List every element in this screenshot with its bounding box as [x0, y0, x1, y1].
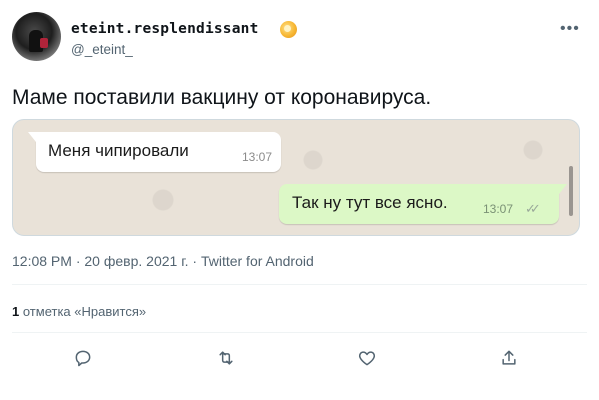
- retweet-button[interactable]: [215, 347, 237, 369]
- avatar[interactable]: [12, 12, 61, 61]
- meta-separator: ·: [75, 253, 81, 269]
- outgoing-message: Так ну тут все ясно. 13:07 ✓✓: [279, 184, 567, 224]
- speech-bubble-icon: [75, 350, 91, 367]
- incoming-message: Меня чипировали 13:07: [28, 132, 281, 172]
- share-icon: [502, 350, 516, 365]
- likes-label: отметка «Нравится»: [22, 304, 147, 319]
- incoming-message-text: Меня чипировали: [48, 141, 189, 160]
- more-dots-icon[interactable]: •••: [560, 20, 580, 38]
- incoming-message-time: 13:07: [242, 150, 273, 164]
- tweet-time[interactable]: 12:08 PM: [12, 253, 72, 269]
- meta-separator: ·: [192, 253, 198, 269]
- author-handle[interactable]: @_eteint_: [71, 42, 133, 57]
- outgoing-message-text: Так ну тут все ясно.: [292, 193, 448, 212]
- tweet-date[interactable]: 20 февр. 2021 г.: [84, 253, 188, 269]
- heart-icon: [358, 351, 376, 366]
- retweet-icon: [219, 351, 233, 365]
- like-button[interactable]: [356, 347, 378, 369]
- double-check-icon: ✓✓: [525, 201, 541, 216]
- avatar-detail: [40, 38, 48, 48]
- tweet-source[interactable]: Twitter for Android: [201, 253, 314, 269]
- likes-count: 1: [12, 304, 20, 319]
- share-button[interactable]: [498, 347, 520, 369]
- author-display-name[interactable]: eteint.resplendissant: [71, 21, 259, 37]
- attached-chat-screenshot[interactable]: Меня чипировали 13:07 Так ну тут все ясн…: [12, 119, 580, 236]
- tweet-meta: 12:08 PM · 20 февр. 2021 г. · Twitter fo…: [12, 253, 314, 269]
- divider: [12, 284, 587, 285]
- chat-scrollbar: [569, 166, 573, 216]
- emoji-icon: [280, 21, 297, 38]
- likes-stat[interactable]: 1 отметка «Нравится»: [12, 304, 146, 319]
- reply-button[interactable]: [72, 347, 94, 369]
- outgoing-message-time: 13:07: [483, 202, 514, 216]
- divider: [12, 332, 587, 333]
- tweet-text: Маме поставили вакцину от коронавируса.: [12, 86, 432, 109]
